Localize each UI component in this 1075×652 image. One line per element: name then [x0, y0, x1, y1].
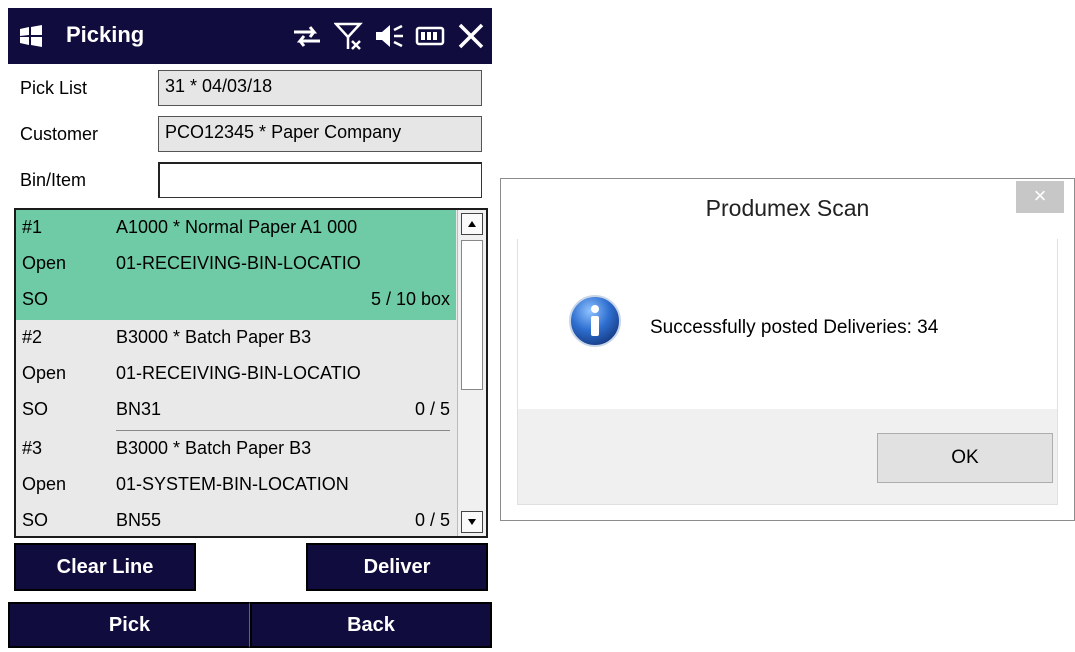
- triangle-down-icon: [468, 519, 476, 525]
- document-type: SO: [22, 510, 49, 530]
- line-status: Open: [22, 363, 67, 383]
- dialog-title-bar: Produmex Scan ×: [501, 179, 1074, 239]
- scroll-thumb[interactable]: [461, 240, 483, 390]
- dialog-title: Produmex Scan: [705, 195, 870, 221]
- clear-line-button[interactable]: Clear Line: [14, 543, 196, 591]
- list-item[interactable]: #1 A1000 * Normal Paper A1 000 Open 01-R…: [16, 210, 456, 320]
- item-name: B3000 * Batch Paper B3: [116, 327, 312, 347]
- dialog-footer: OK: [517, 409, 1058, 505]
- back-button[interactable]: Back: [250, 602, 492, 648]
- pick-list-label: Pick List: [20, 78, 88, 98]
- triangle-up-icon: [468, 221, 476, 227]
- line-number: #2: [22, 327, 43, 347]
- list-item[interactable]: #2 B3000 * Batch Paper B3 Open 01-RECEIV…: [16, 320, 456, 430]
- scroll-down-button[interactable]: [461, 511, 483, 533]
- batch-number: BN31: [116, 399, 162, 419]
- customer-label: Customer: [20, 124, 99, 144]
- picking-window: Picking Pick List 31 * 04/03/18 Customer…: [8, 8, 492, 648]
- clear-line-label: Clear Line: [56, 556, 154, 578]
- quantity: 0 / 5: [414, 399, 450, 419]
- line-status: Open: [22, 474, 67, 494]
- document-type: SO: [22, 289, 49, 309]
- no-signal-icon: [334, 22, 363, 50]
- quantity: 5 / 10 box: [370, 289, 450, 309]
- back-label: Back: [347, 614, 395, 636]
- pick-lines-list: #1 A1000 * Normal Paper A1 000 Open 01-R…: [14, 208, 488, 538]
- dialog-body: Successfully posted Deliveries: 34: [517, 239, 1058, 409]
- quantity: 0 / 5: [414, 510, 450, 530]
- bin-location: 01-SYSTEM-BIN-LOCATION: [116, 474, 349, 494]
- scroll-up-button[interactable]: [461, 213, 483, 235]
- customer-row: Customer PCO12345 * Paper Company: [8, 114, 492, 154]
- pick-button[interactable]: Pick: [8, 602, 250, 648]
- close-icon[interactable]: [456, 21, 486, 51]
- bin-item-row: Bin/Item: [8, 160, 492, 200]
- item-name: A1000 * Normal Paper A1 000: [116, 217, 358, 237]
- app-title: Picking: [66, 22, 145, 47]
- ok-button[interactable]: OK: [877, 433, 1053, 483]
- status-icons: [290, 18, 486, 54]
- customer-field: PCO12345 * Paper Company: [158, 116, 482, 152]
- windows-flag-icon[interactable]: [18, 24, 44, 48]
- bin-item-input[interactable]: [158, 162, 482, 198]
- bin-location: 01-RECEIVING-BIN-LOCATIO: [116, 253, 361, 273]
- line-status: Open: [22, 253, 67, 273]
- line-number: #3: [22, 438, 43, 458]
- bin-location: 01-RECEIVING-BIN-LOCATIO: [116, 363, 361, 383]
- pick-label: Pick: [108, 614, 151, 636]
- title-bar: Picking: [8, 8, 492, 64]
- dialog-close-button[interactable]: ×: [1016, 181, 1064, 213]
- bin-item-label: Bin/Item: [20, 170, 87, 190]
- deliver-label: Deliver: [363, 556, 431, 578]
- pick-list-field: 31 * 04/03/18: [158, 70, 482, 106]
- document-type: SO: [22, 399, 49, 419]
- line-number: #1: [22, 217, 43, 237]
- battery-icon: [415, 26, 445, 46]
- batch-number: BN55: [116, 510, 162, 530]
- item-name: B3000 * Batch Paper B3: [116, 438, 312, 458]
- sync-arrows-icon: [294, 26, 320, 47]
- pick-list-row: Pick List 31 * 04/03/18: [8, 68, 492, 108]
- list-scrollbar[interactable]: [457, 210, 486, 536]
- list-item[interactable]: #3 B3000 * Batch Paper B3 Open 01-SYSTEM…: [16, 431, 456, 536]
- dialog-message: Successfully posted Deliveries: 34: [650, 317, 939, 338]
- deliver-button[interactable]: Deliver: [306, 543, 488, 591]
- info-icon: [569, 295, 621, 347]
- speaker-icon[interactable]: [374, 21, 404, 51]
- message-dialog: Produmex Scan × Successfully posted Deli…: [500, 178, 1075, 521]
